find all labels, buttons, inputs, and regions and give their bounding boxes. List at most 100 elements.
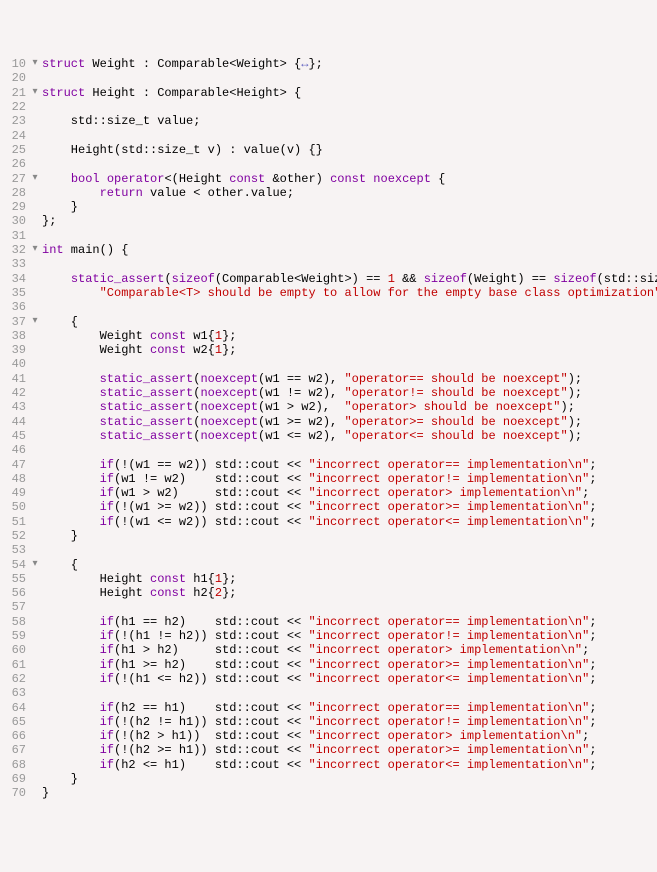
fold-marker (28, 729, 42, 743)
line-number: 29 (0, 200, 26, 214)
fold-marker (28, 772, 42, 786)
fold-marker (28, 229, 42, 243)
fold-marker (28, 157, 42, 171)
fold-marker (28, 300, 42, 314)
code-line[interactable]: } (42, 200, 657, 214)
fold-marker[interactable]: ▾ (28, 558, 42, 572)
code-line[interactable]: if(!(h1 != h2)) std::cout << "incorrect … (42, 629, 657, 643)
code-line[interactable]: if(h1 > h2) std::cout << "incorrect oper… (42, 643, 657, 657)
code-line[interactable]: int main() { (42, 243, 657, 257)
fold-marker (28, 686, 42, 700)
fold-marker[interactable]: ▾ (28, 243, 42, 257)
fold-marker (28, 701, 42, 715)
code-line[interactable]: static_assert(noexcept(w1 <= w2), "opera… (42, 429, 657, 443)
code-line[interactable] (42, 600, 657, 614)
code-line[interactable]: static_assert(noexcept(w1 == w2), "opera… (42, 372, 657, 386)
code-line[interactable] (42, 229, 657, 243)
line-number: 46 (0, 443, 26, 457)
code-line[interactable]: if(!(h2 > h1)) std::cout << "incorrect o… (42, 729, 657, 743)
fold-marker[interactable]: ▾ (28, 86, 42, 100)
code-line[interactable] (42, 257, 657, 271)
line-number: 30 (0, 214, 26, 228)
code-line[interactable]: struct Height : Comparable<Height> { (42, 86, 657, 100)
code-line[interactable]: Weight const w1{1}; (42, 329, 657, 343)
code-line[interactable]: { (42, 315, 657, 329)
code-line[interactable]: if(!(w1 == w2)) std::cout << "incorrect … (42, 458, 657, 472)
code-editor[interactable]: 1020212223242526272829303132333435363738… (0, 57, 657, 800)
code-line[interactable]: } (42, 529, 657, 543)
line-number: 28 (0, 186, 26, 200)
fold-marker (28, 658, 42, 672)
line-number: 36 (0, 300, 26, 314)
code-line[interactable]: if(h2 <= h1) std::cout << "incorrect ope… (42, 758, 657, 772)
line-number: 42 (0, 386, 26, 400)
fold-marker (28, 743, 42, 757)
code-line[interactable]: if(!(w1 <= w2)) std::cout << "incorrect … (42, 515, 657, 529)
code-line[interactable]: if(w1 > w2) std::cout << "incorrect oper… (42, 486, 657, 500)
line-number: 50 (0, 500, 26, 514)
code-line[interactable] (42, 157, 657, 171)
code-line[interactable]: Height const h1{1}; (42, 572, 657, 586)
code-line[interactable] (42, 543, 657, 557)
code-line[interactable]: static_assert(noexcept(w1 >= w2), "opera… (42, 415, 657, 429)
code-line[interactable]: Weight const w2{1}; (42, 343, 657, 357)
code-line[interactable]: if(h1 >= h2) std::cout << "incorrect ope… (42, 658, 657, 672)
fold-marker (28, 615, 42, 629)
fold-marker (28, 200, 42, 214)
fold-marker[interactable]: ▾ (28, 57, 42, 71)
fold-marker (28, 758, 42, 772)
code-line[interactable]: if(h2 == h1) std::cout << "incorrect ope… (42, 701, 657, 715)
code-line[interactable] (42, 71, 657, 85)
code-line[interactable]: if(!(w1 >= w2)) std::cout << "incorrect … (42, 500, 657, 514)
code-line[interactable]: { (42, 558, 657, 572)
fold-marker (28, 343, 42, 357)
code-line[interactable]: bool operator<(Height const &other) cons… (42, 172, 657, 186)
code-line[interactable]: } (42, 772, 657, 786)
code-line[interactable]: static_assert(sizeof(Comparable<Weight>)… (42, 272, 657, 286)
code-line[interactable] (42, 100, 657, 114)
line-number: 21 (0, 86, 26, 100)
line-number: 35 (0, 286, 26, 300)
line-number: 45 (0, 429, 26, 443)
line-number: 48 (0, 472, 26, 486)
fold-column[interactable]: ▾ ▾ ▾ ▾ ▾ ▾ (28, 57, 42, 800)
code-line[interactable] (42, 129, 657, 143)
code-line[interactable]: if(!(h1 <= h2)) std::cout << "incorrect … (42, 672, 657, 686)
code-line[interactable] (42, 300, 657, 314)
code-line[interactable]: static_assert(noexcept(w1 != w2), "opera… (42, 386, 657, 400)
fold-marker[interactable]: ▾ (28, 172, 42, 186)
code-line[interactable] (42, 443, 657, 457)
line-number: 59 (0, 629, 26, 643)
code-line[interactable]: "Comparable<T> should be empty to allow … (42, 286, 657, 300)
line-number: 20 (0, 71, 26, 85)
fold-marker (28, 386, 42, 400)
code-line[interactable]: Height const h2{2}; (42, 586, 657, 600)
code-line[interactable]: struct Weight : Comparable<Weight> {↔}; (42, 57, 657, 71)
fold-marker (28, 214, 42, 228)
line-number: 60 (0, 643, 26, 657)
code-area[interactable]: struct Weight : Comparable<Weight> {↔}; s… (42, 57, 657, 800)
code-line[interactable]: Height(std::size_t v) : value(v) {} (42, 143, 657, 157)
fold-marker (28, 415, 42, 429)
code-line[interactable]: std::size_t value; (42, 114, 657, 128)
line-number: 27 (0, 172, 26, 186)
line-number: 34 (0, 272, 26, 286)
line-number: 41 (0, 372, 26, 386)
fold-marker[interactable]: ▾ (28, 315, 42, 329)
code-line[interactable]: if(w1 != w2) std::cout << "incorrect ope… (42, 472, 657, 486)
line-number: 25 (0, 143, 26, 157)
code-line[interactable]: } (42, 786, 657, 800)
fold-marker (28, 643, 42, 657)
fold-marker (28, 129, 42, 143)
code-line[interactable]: return value < other.value; (42, 186, 657, 200)
line-number-gutter: 1020212223242526272829303132333435363738… (0, 57, 28, 800)
code-line[interactable]: if(h1 == h2) std::cout << "incorrect ope… (42, 615, 657, 629)
code-line[interactable] (42, 686, 657, 700)
code-line[interactable] (42, 357, 657, 371)
code-line[interactable]: static_assert(noexcept(w1 > w2), "operat… (42, 400, 657, 414)
code-line[interactable]: if(!(h2 >= h1)) std::cout << "incorrect … (42, 743, 657, 757)
code-line[interactable]: if(!(h2 != h1)) std::cout << "incorrect … (42, 715, 657, 729)
line-number: 38 (0, 329, 26, 343)
line-number: 49 (0, 486, 26, 500)
code-line[interactable]: }; (42, 214, 657, 228)
